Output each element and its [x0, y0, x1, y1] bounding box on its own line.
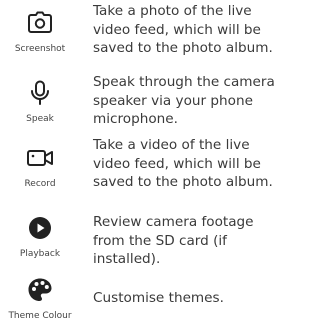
playback-description: Review camera footage from the SD card (…: [93, 214, 254, 267]
microphone-icon[interactable]: [26, 79, 54, 107]
playback-label: Playback: [19, 249, 61, 259]
speak-description: Speak through the camera speaker via you…: [93, 74, 275, 127]
theme-colour-description: Customise themes.: [93, 290, 224, 306]
record-label: Record: [24, 179, 56, 189]
screenshot-description: Take a photo of the live video feed, whi…: [93, 3, 273, 56]
screenshot-label: Screenshot: [14, 44, 66, 54]
camera-icon[interactable]: [26, 9, 54, 37]
palette-icon[interactable]: [26, 276, 54, 304]
record-description: Take a video of the live video feed, whi…: [93, 137, 273, 190]
theme-colour-label: Theme Colour: [8, 311, 72, 321]
play-circle-icon[interactable]: [26, 214, 54, 242]
speak-label: Speak: [26, 114, 54, 124]
video-camera-icon[interactable]: [26, 144, 54, 172]
